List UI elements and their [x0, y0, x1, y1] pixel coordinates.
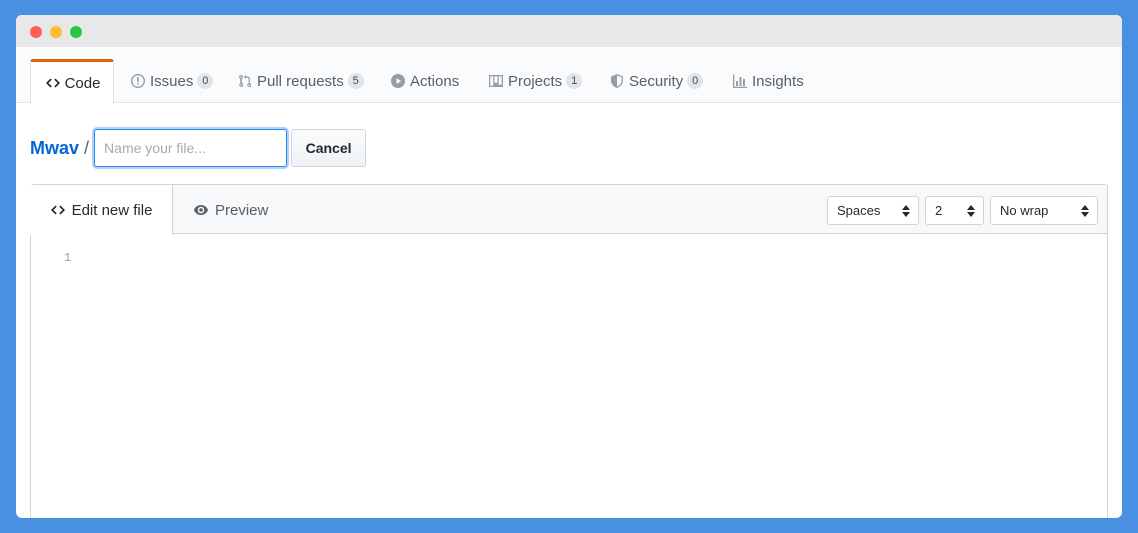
eye-icon: [193, 202, 211, 218]
tab-preview[interactable]: Preview: [193, 185, 268, 235]
tab-code[interactable]: Code: [30, 59, 114, 104]
file-name-input[interactable]: [94, 129, 288, 167]
tab-label: Code: [64, 74, 101, 92]
indent-size-select[interactable]: 2: [925, 196, 984, 225]
tab-edit-new-file[interactable]: Edit new file: [30, 185, 173, 235]
select-value: Spaces: [837, 203, 881, 218]
cancel-button[interactable]: Cancel: [291, 129, 367, 167]
tab-issues[interactable]: Issues 0: [129, 59, 214, 103]
tab-label: Security: [629, 72, 684, 90]
line-number-gutter: 1: [64, 251, 71, 265]
indent-mode-select[interactable]: Spaces: [827, 196, 919, 225]
tab-label: Preview: [215, 201, 269, 219]
editor-toolbar: Edit new file Preview Spaces 2 No wrap: [30, 185, 1107, 235]
select-value: No wrap: [1000, 203, 1049, 218]
select-arrows-icon: [1081, 205, 1089, 217]
pull-request-icon: [236, 72, 254, 90]
tab-label: Insights: [752, 72, 804, 90]
tab-actions[interactable]: Actions: [389, 59, 459, 103]
wrap-mode-select[interactable]: No wrap: [990, 196, 1098, 225]
issues-count-badge: 0: [197, 73, 214, 89]
tab-label: Pull requests: [257, 72, 344, 90]
close-window-button[interactable]: [30, 26, 42, 38]
pull-requests-count-badge: 5: [347, 73, 364, 89]
tab-insights[interactable]: Insights: [731, 59, 804, 103]
project-icon: [487, 72, 505, 90]
code-icon: [44, 74, 62, 92]
minimize-window-button[interactable]: [50, 26, 62, 38]
repo-breadcrumb-link[interactable]: Mwav: [30, 138, 79, 159]
select-arrows-icon: [902, 205, 910, 217]
browser-window: Code Issues 0 Pull requests 5 Actions Pr…: [16, 15, 1122, 518]
code-icon: [50, 202, 68, 218]
graph-icon: [731, 72, 749, 90]
select-arrows-icon: [967, 205, 975, 217]
projects-count-badge: 1: [566, 73, 583, 89]
breadcrumb-separator: /: [84, 137, 90, 158]
title-bar: [16, 15, 1122, 47]
issue-icon: [129, 72, 147, 90]
tab-pull-requests[interactable]: Pull requests 5: [236, 59, 364, 103]
line-number: 1: [64, 251, 72, 265]
tab-label: Edit new file: [71, 201, 153, 219]
file-editor: Edit new file Preview Spaces 2 No wrap 1: [30, 184, 1108, 518]
maximize-window-button[interactable]: [70, 26, 82, 38]
security-count-badge: 0: [687, 73, 704, 89]
tab-label: Projects: [508, 72, 563, 90]
select-value: 2: [935, 203, 943, 218]
shield-icon: [608, 72, 626, 90]
play-icon: [389, 72, 407, 90]
tab-security[interactable]: Security 0: [608, 59, 704, 103]
repo-tab-nav: Code Issues 0 Pull requests 5 Actions Pr…: [16, 47, 1122, 104]
tab-projects[interactable]: Projects 1: [487, 59, 583, 103]
tab-label: Issues: [150, 72, 194, 90]
file-name-bar: Mwav / Cancel: [30, 128, 367, 168]
tab-label: Actions: [410, 72, 460, 90]
